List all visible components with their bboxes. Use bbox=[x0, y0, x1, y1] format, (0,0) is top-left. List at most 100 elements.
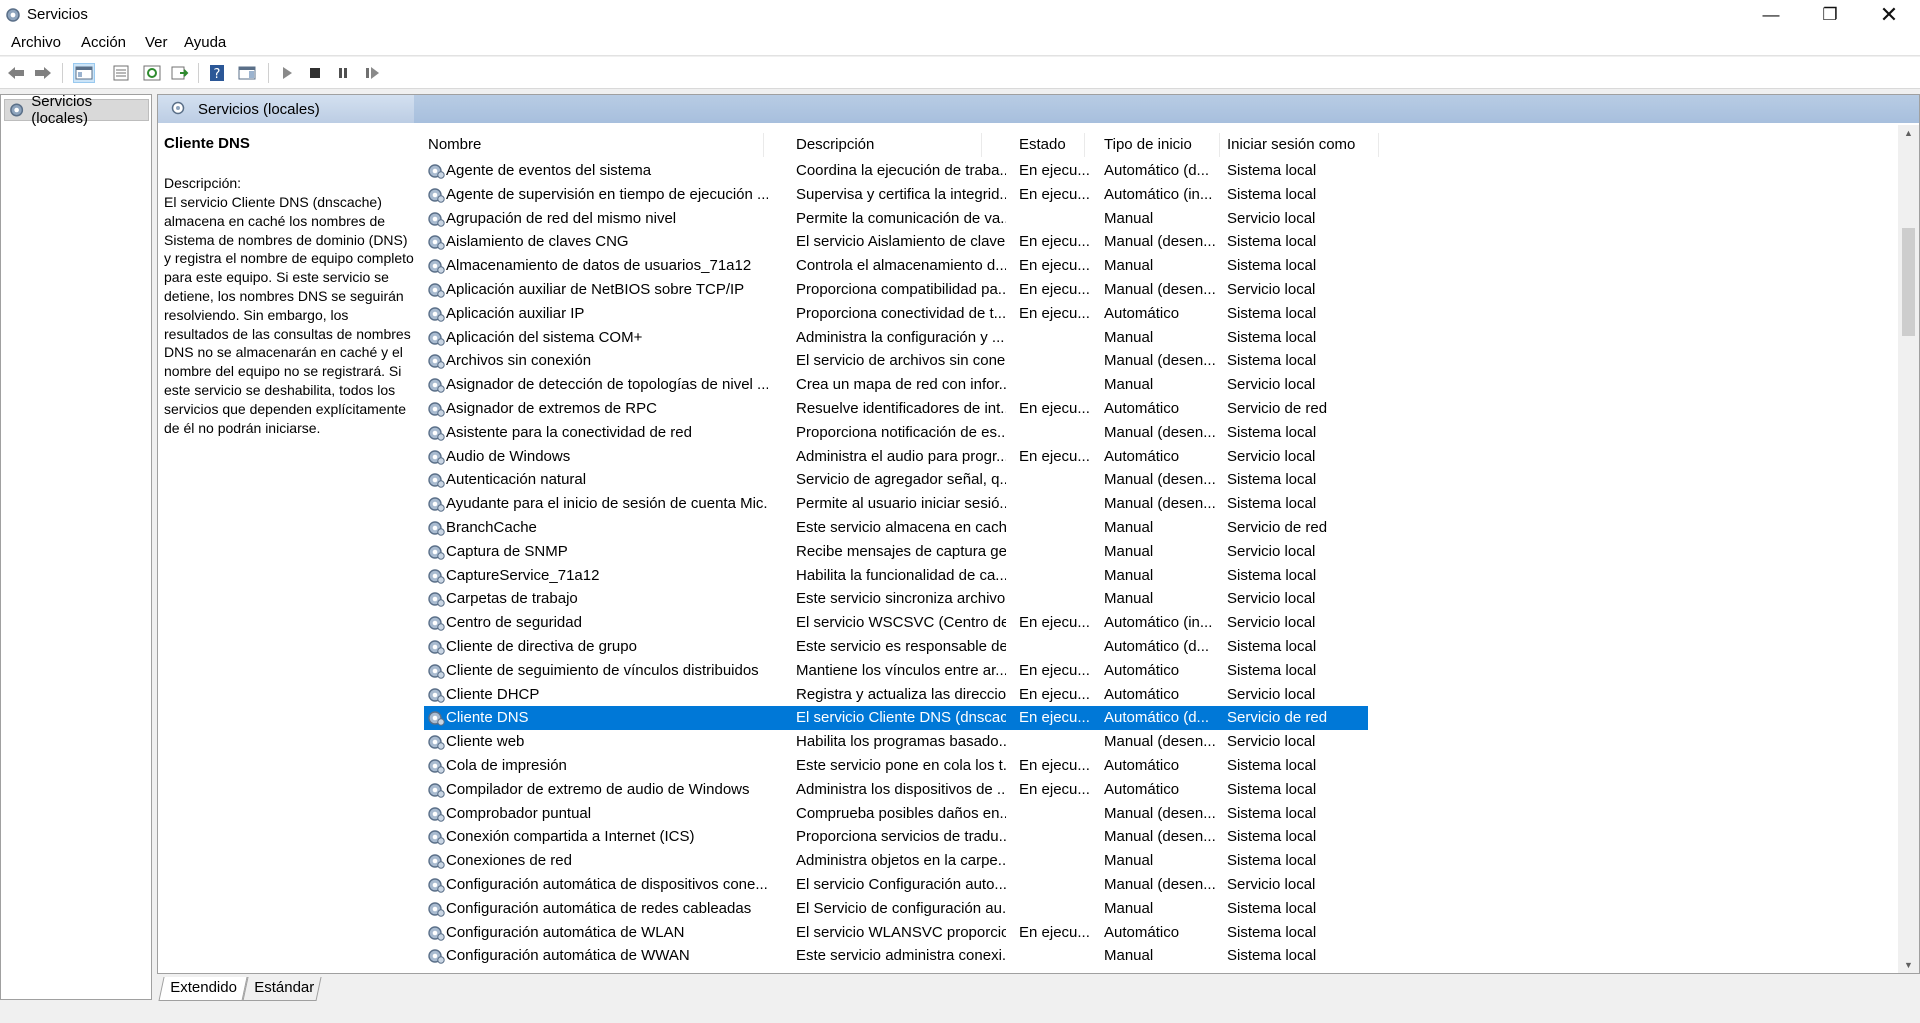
scrollbar-thumb[interactable] bbox=[1902, 228, 1915, 336]
table-row[interactable]: Audio de Windows Administra el audio para… bbox=[414, 445, 1894, 469]
column-header-estado[interactable]: Estado bbox=[1015, 133, 1085, 157]
service-name: Agente de supervisión en tiempo de ejecu… bbox=[446, 185, 768, 203]
service-name: Cliente DNS bbox=[446, 709, 529, 727]
tab-extendido[interactable]: Extendido bbox=[158, 977, 248, 1001]
stop-service-button[interactable] bbox=[304, 63, 326, 83]
service-logon-as: Sistema local bbox=[1227, 304, 1317, 322]
service-gear-icon bbox=[428, 259, 445, 274]
table-row[interactable]: Ayudante para el inicio de sesión de cue… bbox=[414, 492, 1894, 516]
service-description: Recibe mensajes de captura ge... bbox=[796, 542, 1006, 560]
properties-button[interactable] bbox=[110, 63, 132, 83]
table-row[interactable]: Comprobador puntual Comprueba posibles da… bbox=[414, 802, 1894, 826]
table-row[interactable]: Agente de supervisión en tiempo de ejecu… bbox=[414, 183, 1894, 207]
show-hide-console-tree-button[interactable] bbox=[73, 63, 95, 83]
table-row[interactable]: Autenticación natural Servicio de agregad… bbox=[414, 468, 1894, 492]
export-list-button[interactable] bbox=[169, 63, 191, 83]
service-startup-type: Automático bbox=[1104, 400, 1180, 417]
table-row[interactable]: Cliente DNS El servicio Cliente DNS (dnsc… bbox=[414, 706, 1894, 731]
table-row[interactable]: Configuración automática de redes cablea… bbox=[414, 897, 1894, 921]
table-row[interactable]: Aislamiento de claves CNG El servicio Ais… bbox=[414, 230, 1894, 254]
table-row[interactable]: CaptureService_71a12 Habilita la funciona… bbox=[414, 564, 1894, 588]
pause-service-button[interactable] bbox=[332, 63, 354, 83]
minimize-button[interactable]: — bbox=[1742, 0, 1800, 30]
menu-ver[interactable]: Ver bbox=[145, 34, 168, 51]
service-name: Audio de Windows bbox=[446, 447, 571, 465]
service-startup-type: Automático bbox=[1104, 923, 1180, 941]
service-startup-type: Manual (desen... bbox=[1104, 471, 1216, 489]
close-button[interactable]: ✕ bbox=[1860, 0, 1918, 30]
table-row[interactable]: Conexiones de red Administra objetos en l… bbox=[414, 849, 1894, 873]
table-row[interactable]: Asignador de extremos de RPC Resuelve ide… bbox=[414, 397, 1894, 421]
table-row[interactable]: Archivos sin conexión El servicio de arch… bbox=[414, 349, 1894, 373]
service-startup-type: Manual bbox=[1104, 209, 1154, 227]
table-row[interactable]: Captura de SNMP Recibe mensajes de captur… bbox=[414, 540, 1894, 564]
service-name: Conexiones de red bbox=[446, 852, 572, 870]
show-action-pane-button[interactable] bbox=[236, 63, 258, 83]
start-service-button[interactable] bbox=[276, 63, 298, 83]
tree-item-services-local[interactable]: Servicios (locales) bbox=[4, 93, 149, 127]
table-row[interactable]: Cliente de seguimiento de vínculos distr… bbox=[414, 659, 1894, 683]
scroll-up-arrow-icon[interactable]: ▲ bbox=[1898, 125, 1919, 141]
service-description: Proporciona compatibilidad pa... bbox=[796, 281, 1006, 298]
table-row[interactable]: Centro de seguridad El servicio WSCSVC (C… bbox=[414, 611, 1894, 635]
column-header-iniciar-sesion[interactable]: Iniciar sesión como bbox=[1223, 133, 1379, 157]
service-name: Aplicación auxiliar IP bbox=[446, 304, 585, 322]
table-row[interactable]: Aplicación auxiliar IP Proporciona conect… bbox=[414, 302, 1894, 326]
vertical-scrollbar[interactable]: ▲ ▼ bbox=[1898, 125, 1919, 973]
refresh-button[interactable] bbox=[141, 63, 163, 83]
table-row[interactable]: Configuración automática de dispositivos… bbox=[414, 873, 1894, 897]
table-row[interactable]: Agente de eventos del sistema Coordina la… bbox=[414, 159, 1894, 183]
table-row[interactable]: Aplicación auxiliar de NetBIOS sobre TCP… bbox=[414, 278, 1894, 302]
table-row[interactable]: Asignador de detección de topologías de … bbox=[414, 373, 1894, 397]
service-gear-icon bbox=[428, 426, 445, 441]
service-description: Resuelve identificadores de int... bbox=[796, 400, 1006, 417]
back-button[interactable] bbox=[5, 63, 27, 83]
service-description: Proporciona notificación de es... bbox=[796, 423, 1006, 441]
service-name: BranchCache bbox=[446, 519, 537, 536]
service-description: Habilita la funcionalidad de ca... bbox=[796, 566, 1006, 584]
table-row[interactable]: Almacenamiento de datos de usuarios_71a1… bbox=[414, 254, 1894, 278]
scroll-down-arrow-icon[interactable]: ▼ bbox=[1898, 957, 1919, 973]
service-name: Comprobador puntual bbox=[446, 804, 592, 822]
table-row[interactable]: Cliente DHCP Registra y actualiza las dir… bbox=[414, 683, 1894, 707]
menu-archivo[interactable]: Archivo bbox=[11, 34, 61, 51]
column-header-descripcion[interactable]: Descripción bbox=[792, 133, 982, 157]
column-header-nombre[interactable]: Nombre bbox=[424, 133, 764, 157]
service-description: Este servicio pone en cola los t... bbox=[796, 757, 1006, 774]
menu-ayuda[interactable]: Ayuda bbox=[184, 34, 226, 51]
service-logon-as: Servicio local bbox=[1227, 876, 1316, 893]
help-button[interactable]: ? bbox=[206, 63, 228, 83]
service-startup-type: Automático (d... bbox=[1104, 709, 1210, 727]
table-row[interactable]: Conexión compartida a Internet (ICS) Prop… bbox=[414, 825, 1894, 849]
table-row[interactable]: Asistente para la conectividad de red Pro… bbox=[414, 421, 1894, 445]
menu-bar: Archivo Acción Ver Ayuda bbox=[0, 30, 1920, 56]
table-row[interactable]: BranchCache Este servicio almacena en cac… bbox=[414, 516, 1894, 540]
restart-service-button[interactable] bbox=[361, 63, 383, 83]
forward-button[interactable] bbox=[32, 63, 54, 83]
restore-button[interactable]: ❐ bbox=[1801, 0, 1859, 30]
service-logon-as: Servicio local bbox=[1227, 685, 1316, 703]
table-row[interactable]: Cola de impresión Este servicio pone en c… bbox=[414, 754, 1894, 778]
service-gear-icon bbox=[428, 687, 445, 703]
table-row[interactable]: Compilador de extremo de audio de Window… bbox=[414, 778, 1894, 802]
table-row[interactable]: Cliente web Habilita los programas basado… bbox=[414, 730, 1894, 754]
service-gear-icon bbox=[428, 164, 445, 179]
description-label: Descripción: bbox=[164, 175, 242, 191]
service-logon-as: Servicio local bbox=[1227, 281, 1316, 298]
table-row[interactable]: Configuración automática de WWAN Este ser… bbox=[414, 944, 1894, 968]
table-row[interactable]: Configuración automática de WLAN El servi… bbox=[414, 921, 1894, 945]
table-row[interactable]: Aplicación del sistema COM+ Administra la… bbox=[414, 326, 1894, 350]
service-startup-type: Automático bbox=[1104, 780, 1180, 798]
table-row[interactable]: Agrupación de red del mismo nivel Permite… bbox=[414, 207, 1894, 231]
menu-accion[interactable]: Acción bbox=[81, 34, 126, 51]
service-logon-as: Servicio local bbox=[1227, 447, 1316, 465]
column-header-tipo-inicio[interactable]: Tipo de inicio bbox=[1100, 133, 1220, 157]
table-row[interactable]: Cliente de directiva de grupo Este servic… bbox=[414, 635, 1894, 659]
service-description: Supervisa y certifica la integrid... bbox=[796, 185, 1006, 203]
tab-estandar[interactable]: Estándar bbox=[242, 977, 322, 1001]
service-startup-type: Automático bbox=[1104, 685, 1180, 703]
service-status: En ejecu... bbox=[1019, 281, 1090, 298]
svg-text:?: ? bbox=[214, 67, 221, 82]
table-row[interactable]: Carpetas de trabajo Este servicio sincron… bbox=[414, 587, 1894, 611]
service-name: Centro de seguridad bbox=[446, 614, 582, 632]
